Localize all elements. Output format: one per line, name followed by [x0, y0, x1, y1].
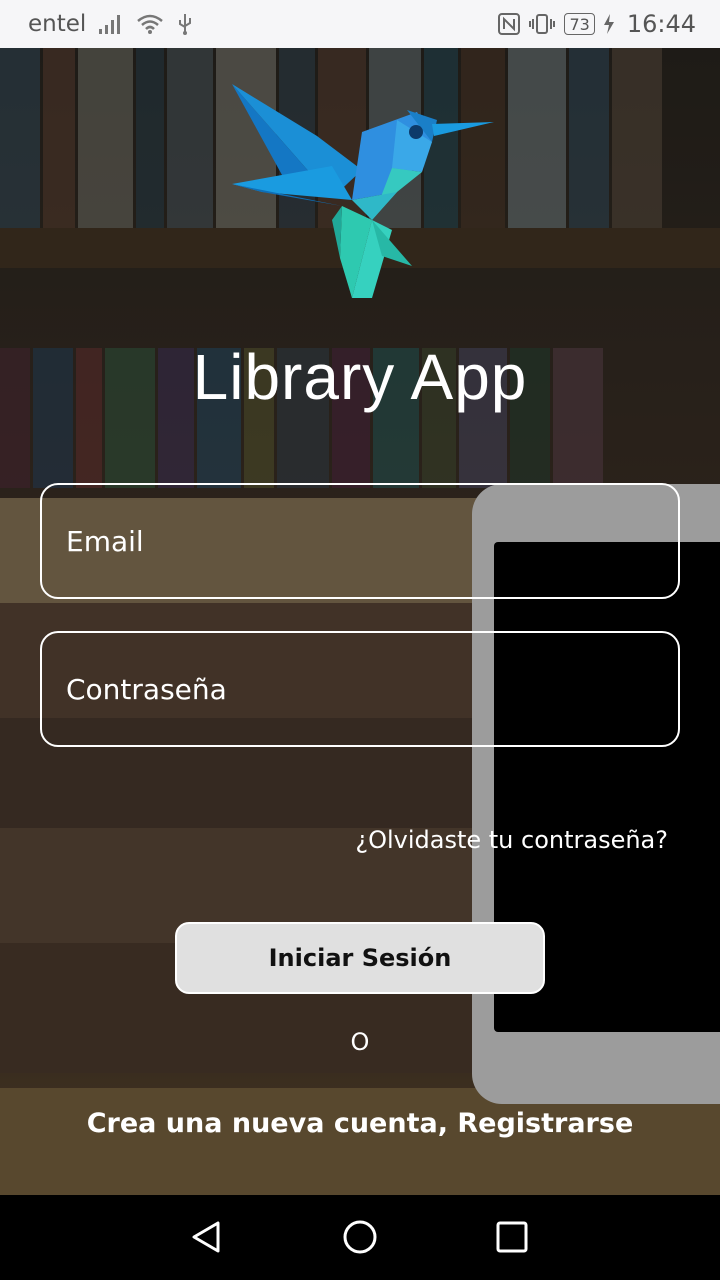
email-field-container [40, 483, 680, 599]
nfc-icon [498, 13, 521, 35]
back-icon[interactable] [188, 1217, 228, 1257]
battery-icon: 73 [564, 13, 595, 35]
password-field[interactable] [42, 672, 678, 706]
app-title: Library App [192, 341, 528, 413]
clock: 16:44 [626, 10, 696, 38]
vibrate-icon [529, 14, 556, 34]
email-field[interactable] [42, 524, 678, 558]
hummingbird-logo-icon [232, 84, 494, 298]
wifi-icon [137, 14, 164, 34]
phone-screen: entel 73 16:44 Library App Email ¿Olvida… [0, 0, 720, 1280]
register-link[interactable]: Crea una nueva cuenta, Registrarse [0, 1108, 720, 1139]
login-button[interactable]: Iniciar Sesión [175, 922, 545, 994]
password-field-container [40, 631, 680, 747]
battery-level: 73 [569, 14, 590, 34]
recents-icon[interactable] [492, 1217, 532, 1257]
status-right: 73 16:44 [498, 10, 696, 38]
signal-icon [99, 15, 121, 34]
forgot-password-link[interactable]: ¿Olvidaste tu contraseña? [0, 826, 668, 854]
status-left: entel [28, 11, 194, 37]
home-icon[interactable] [340, 1217, 380, 1257]
usb-icon [179, 14, 192, 35]
status-bar: entel 73 16:44 [0, 0, 720, 48]
carrier-label: entel [28, 11, 87, 37]
charging-icon [603, 14, 614, 34]
navigation-bar [0, 1195, 720, 1280]
or-separator: O [350, 1028, 370, 1056]
